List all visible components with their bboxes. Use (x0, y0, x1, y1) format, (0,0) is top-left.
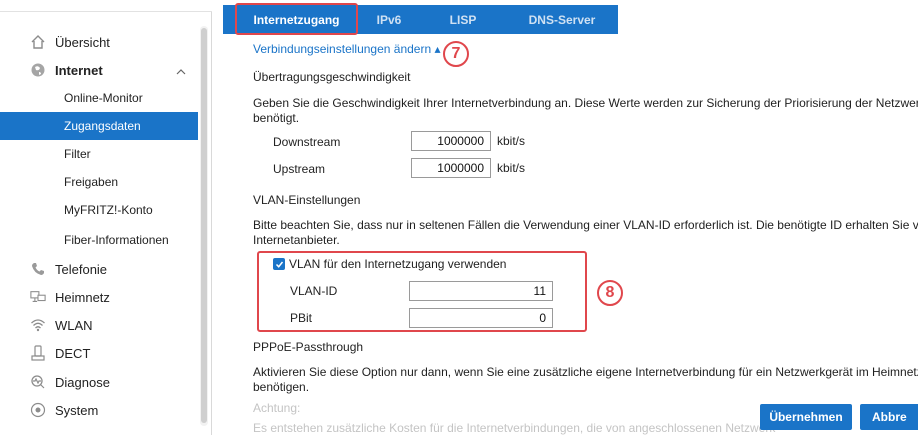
sidebar-subitem-label: Fiber-Informationen (64, 233, 169, 247)
vlan-description-line1: Bitte beachten Sie, dass nur in seltenen… (253, 218, 918, 232)
speed-description-line2: benötigt. (253, 111, 300, 125)
speed-description-line1: Geben Sie die Geschwindigkeit Ihrer Inte… (253, 96, 918, 110)
phone-icon (30, 261, 46, 277)
vlan-checkbox-label[interactable]: VLAN für den Internetzugang verwenden (289, 257, 506, 271)
sidebar-item-label: System (55, 402, 99, 418)
sidebar-subitem-freigaben[interactable]: Freigaben (0, 168, 198, 196)
sidebar-item-system[interactable]: System (0, 396, 198, 424)
wifi-icon (30, 317, 46, 333)
callout-badge-7: 7 (443, 41, 469, 67)
tab-dns-server[interactable]: DNS-Server (506, 5, 618, 34)
sidebar-item-label: Internet (55, 62, 103, 78)
sidebar-item-label: DECT (55, 345, 91, 361)
vlan-checkbox[interactable] (273, 258, 285, 270)
dect-phone-icon (30, 345, 46, 361)
tab-ipv6[interactable]: IPv6 (358, 5, 420, 34)
sidebar-item-label: WLAN (55, 317, 93, 333)
sidebar-top-strip (0, 0, 212, 12)
diagnose-icon (30, 374, 46, 390)
sidebar-subitem-label: Zugangsdaten (64, 119, 141, 133)
sidebar-subitem-online-monitor[interactable]: Online-Monitor (0, 84, 198, 112)
pppoe-section-title: PPPoE-Passthrough (253, 340, 364, 354)
sidebar-subitem-filter[interactable]: Filter (0, 140, 198, 168)
sidebar-subitem-zugangsdaten[interactable]: Zugangsdaten (0, 112, 198, 140)
connection-settings-link[interactable]: Verbindungseinstellungen ändern ▴ (253, 42, 441, 56)
chevron-up-icon[interactable] (176, 65, 186, 75)
sidebar-item-label: Diagnose (55, 374, 110, 390)
warning-title: Achtung: (253, 401, 301, 415)
downstream-label: Downstream (273, 135, 341, 149)
pppoe-description-line2: benötigen. (253, 380, 310, 394)
sidebar-scrollbar-thumb[interactable] (201, 28, 207, 423)
cancel-button[interactable]: Abbre (860, 404, 918, 430)
network-icon (30, 289, 46, 305)
system-icon (30, 402, 46, 418)
downstream-input[interactable] (411, 131, 491, 151)
sidebar-subitem-label: Freigaben (64, 175, 119, 189)
vlan-id-input[interactable] (409, 281, 553, 301)
pbit-input[interactable] (409, 308, 553, 328)
vlan-description-line2: Internetanbieter. (253, 233, 340, 247)
sidebar-subitem-label: MyFRITZ!-Konto (64, 203, 153, 217)
sidebar-subitem-fiber-informationen[interactable]: Fiber-Informationen (0, 226, 198, 254)
vlan-id-label: VLAN-ID (290, 284, 338, 298)
downstream-unit: kbit/s (497, 134, 526, 148)
callout-badge-8: 8 (597, 280, 623, 306)
sidebar-item-internet[interactable]: Internet (0, 56, 198, 84)
home-icon (30, 34, 46, 50)
sidebar-item-dect[interactable]: DECT (0, 339, 198, 367)
speed-section-title: Übertragungsgeschwindigkeit (253, 70, 411, 84)
pbit-label: PBit (290, 311, 313, 325)
tab-lisp[interactable]: LISP (422, 5, 504, 34)
apply-button[interactable]: Übernehmen (760, 404, 852, 430)
pppoe-description-line1: Aktivieren Sie diese Option nur dann, we… (253, 365, 918, 379)
tab-highlight-frame (235, 3, 358, 35)
globe-icon (30, 62, 46, 78)
sidebar-item-telefonie[interactable]: Telefonie (0, 255, 198, 283)
sidebar-item-diagnose[interactable]: Diagnose (0, 368, 198, 396)
sidebar-item-uebersicht[interactable]: Übersicht (0, 28, 198, 56)
warning-text: Es entstehen zusätzliche Kosten für die … (253, 421, 776, 435)
upstream-label: Upstream (273, 162, 326, 176)
sidebar-item-wlan[interactable]: WLAN (0, 311, 198, 339)
checkmark-icon (275, 261, 283, 268)
sidebar-subitem-label: Online-Monitor (64, 91, 143, 105)
sidebar-subitem-label: Filter (64, 147, 91, 161)
upstream-input[interactable] (411, 158, 491, 178)
sidebar: Übersicht Internet Online-Monitor Zugang… (0, 0, 212, 435)
sidebar-item-label: Telefonie (55, 261, 108, 277)
sidebar-item-label: Übersicht (55, 34, 110, 50)
vlan-section-title: VLAN-Einstellungen (253, 193, 361, 207)
upstream-unit: kbit/s (497, 161, 526, 175)
sidebar-item-label: Heimnetz (55, 289, 110, 305)
sidebar-item-heimnetz[interactable]: Heimnetz (0, 283, 198, 311)
sidebar-subitem-myfritz-konto[interactable]: MyFRITZ!-Konto (0, 196, 198, 224)
